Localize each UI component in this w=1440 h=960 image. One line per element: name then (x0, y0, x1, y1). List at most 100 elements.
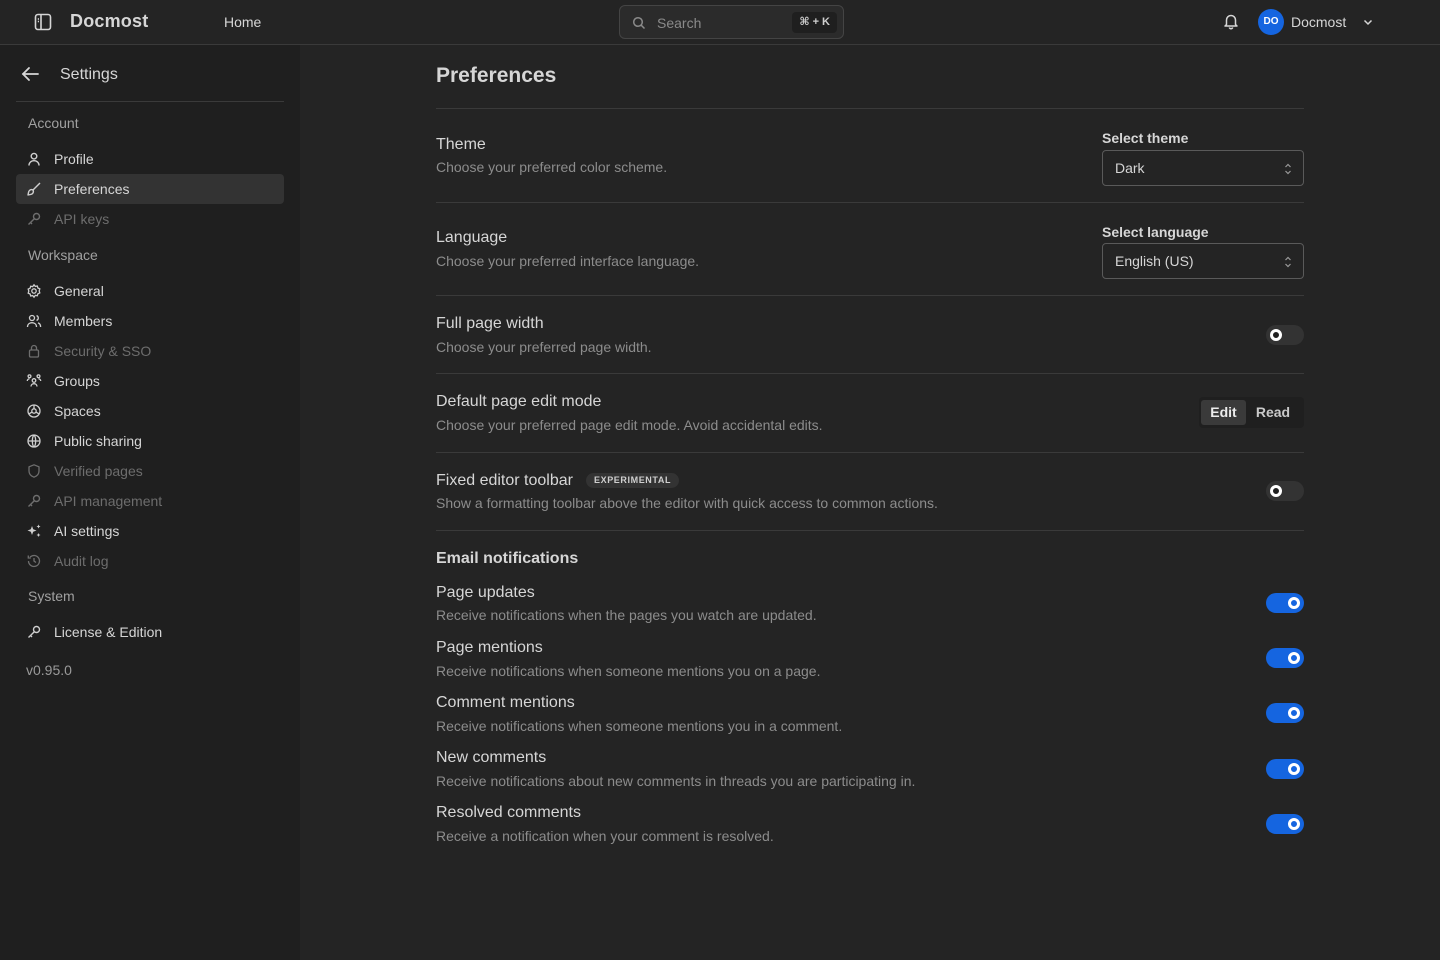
sidebar-item-label: AI settings (54, 523, 120, 539)
sidebar-item-label: Groups (54, 373, 100, 389)
fixed-toolbar-toggle[interactable] (1266, 481, 1304, 501)
notifications-bell-icon[interactable] (1222, 12, 1240, 30)
users-icon (26, 313, 42, 329)
edit-mode-option-edit[interactable]: Edit (1201, 400, 1246, 425)
theme-select-value: Dark (1115, 160, 1145, 176)
settings-sidebar: Settings Account Profile Preferences API… (0, 45, 300, 960)
search-placeholder: Search (657, 15, 702, 31)
sidebar-item-general[interactable]: General (16, 276, 284, 306)
comment-mentions-toggle[interactable] (1266, 703, 1304, 723)
resolved-comments-title: Resolved comments (436, 804, 581, 821)
divider (436, 373, 1304, 374)
history-icon (26, 553, 42, 569)
sidebar-item-preferences[interactable]: Preferences (16, 174, 284, 204)
chevron-down-icon (1362, 16, 1374, 28)
resolved-comments-description: Receive a notification when your comment… (436, 828, 774, 844)
sidebar-title: Settings (60, 66, 118, 83)
toggle-knob (1288, 597, 1300, 609)
top-bar: Docmost Home Search ⌘ + K DO Docmost (0, 0, 1440, 45)
language-description: Choose your preferred interface language… (436, 253, 700, 269)
key-icon (26, 624, 42, 640)
sidebar-item-groups[interactable]: Groups (16, 366, 284, 396)
sidebar-item-label: Members (54, 313, 113, 329)
sidebar-item-license[interactable]: License & Edition (16, 617, 284, 647)
key-icon (26, 493, 42, 509)
sidebar-item-verified-pages[interactable]: Verified pages (16, 456, 284, 486)
divider (436, 108, 1304, 109)
page-title: Preferences (436, 64, 557, 87)
sidebar-item-public-sharing[interactable]: Public sharing (16, 426, 284, 456)
divider (436, 452, 1304, 453)
page-updates-toggle[interactable] (1266, 593, 1304, 613)
toggle-knob (1288, 818, 1300, 830)
users-group-icon (26, 373, 42, 389)
sparkles-icon (26, 523, 42, 539)
sidebar-toggle-icon[interactable] (33, 12, 53, 32)
edit-mode-segmented-control: Edit Read (1199, 397, 1304, 428)
avatar: DO (1258, 9, 1284, 35)
page-mentions-toggle[interactable] (1266, 648, 1304, 668)
page-mentions-description: Receive notifications when someone menti… (436, 663, 821, 679)
divider (436, 295, 1304, 296)
sidebar-item-spaces[interactable]: Spaces (16, 396, 284, 426)
sidebar-item-label: License & Edition (54, 624, 163, 640)
sidebar-item-security[interactable]: Security & SSO (16, 336, 284, 366)
page-updates-description: Receive notifications when the pages you… (436, 607, 817, 623)
theme-select-label: Select theme (1102, 130, 1189, 146)
full-width-title: Full page width (436, 315, 544, 332)
sidebar-item-label: Profile (54, 151, 94, 167)
search-shortcut: ⌘ + K (792, 12, 837, 33)
language-select[interactable]: English (US) (1102, 243, 1304, 279)
section-label-account: Account (28, 115, 79, 131)
comment-mentions-title: Comment mentions (436, 694, 575, 711)
email-notifications-heading: Email notifications (436, 550, 579, 567)
brush-icon (26, 181, 42, 197)
sidebar-item-api-management[interactable]: API management (16, 486, 284, 516)
theme-select[interactable]: Dark (1102, 150, 1304, 186)
edit-mode-option-read[interactable]: Read (1248, 400, 1298, 425)
sidebar-item-label: Public sharing (54, 433, 142, 449)
sidebar-item-label: Audit log (54, 553, 109, 569)
sidebar-item-label: Security & SSO (54, 343, 152, 359)
user-name: Docmost (1291, 14, 1347, 30)
sidebar-item-audit-log[interactable]: Audit log (16, 546, 284, 576)
divider (436, 530, 1304, 531)
sidebar-item-label: Preferences (54, 181, 130, 197)
globe-icon (26, 433, 42, 449)
language-title: Language (436, 229, 508, 246)
new-comments-toggle[interactable] (1266, 759, 1304, 779)
sidebar-item-label: General (54, 283, 104, 299)
sidebar-item-members[interactable]: Members (16, 306, 284, 336)
experimental-badge: EXPERIMENTAL (586, 473, 680, 488)
edit-mode-description: Choose your preferred page edit mode. Av… (436, 417, 823, 433)
sidebar-item-ai-settings[interactable]: AI settings (16, 516, 284, 546)
app-logo-text[interactable]: Docmost (70, 11, 148, 32)
edit-mode-title: Default page edit mode (436, 393, 602, 410)
language-select-value: English (US) (1115, 253, 1194, 269)
theme-title: Theme (436, 136, 486, 153)
shield-check-icon (26, 463, 42, 479)
sidebar-item-label: API management (54, 493, 163, 509)
toggle-knob (1288, 707, 1300, 719)
key-icon (26, 211, 42, 227)
sidebar-header: Settings (16, 45, 284, 102)
back-arrow-icon[interactable] (20, 65, 40, 83)
resolved-comments-toggle[interactable] (1266, 814, 1304, 834)
chevron-updown-icon (1283, 255, 1293, 269)
search-icon (632, 16, 646, 30)
theme-description: Choose your preferred color scheme. (436, 159, 668, 175)
fixed-toolbar-description: Show a formatting toolbar above the edit… (436, 495, 938, 511)
home-link[interactable]: Home (224, 14, 261, 30)
full-width-description: Choose your preferred page width. (436, 339, 652, 355)
sidebar-item-profile[interactable]: Profile (16, 144, 284, 174)
sidebar-item-api-keys[interactable]: API keys (16, 204, 284, 234)
full-width-toggle[interactable] (1266, 325, 1304, 345)
toggle-knob (1288, 652, 1300, 664)
user-icon (26, 151, 42, 167)
new-comments-description: Receive notifications about new comments… (436, 773, 916, 789)
toggle-knob (1270, 485, 1282, 497)
section-label-workspace: Workspace (28, 247, 98, 263)
toggle-knob (1270, 329, 1282, 341)
app-version: v0.95.0 (26, 662, 72, 678)
search-button[interactable]: Search ⌘ + K (619, 5, 844, 39)
